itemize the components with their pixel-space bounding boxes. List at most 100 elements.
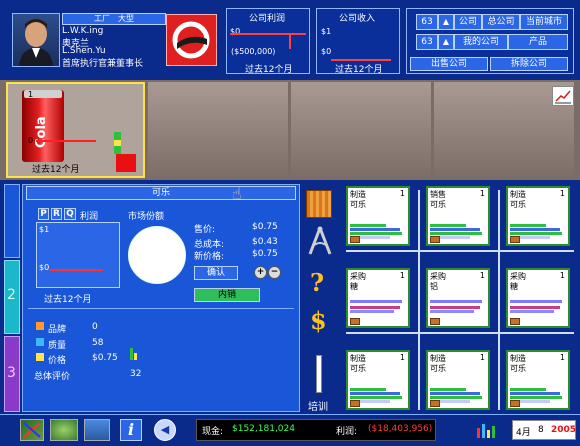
product-slot-empty-3[interactable] — [291, 82, 431, 178]
info-icon[interactable]: i — [120, 419, 142, 441]
company-profit-panel[interactable]: 公司利润 $0 ($500,000) 过去12个月 — [226, 8, 310, 75]
unit-card-bar — [350, 224, 386, 227]
globe-tool-icon[interactable] — [50, 419, 78, 441]
unit-card-level: 1 — [479, 189, 485, 198]
compass-icon[interactable] — [306, 226, 334, 256]
product-slot-cola[interactable]: Cola 1 0 过去12个月 — [6, 82, 145, 178]
unit-card-bar — [510, 224, 546, 227]
unit-card-bar — [510, 306, 560, 309]
name-tab: 工厂 大型 — [62, 13, 166, 25]
tab-r[interactable]: R — [51, 208, 62, 220]
unit-card-item: 铝 — [430, 282, 438, 291]
cash-label: 现金: — [202, 427, 224, 437]
unit-card-bar — [430, 310, 474, 313]
product-slot-empty-2[interactable] — [148, 82, 288, 178]
dollar-icon[interactable]: $ — [310, 306, 327, 335]
rating-bar-yellow — [134, 353, 137, 360]
unit-card-product-icon — [430, 400, 440, 407]
back-button[interactable]: ◀ — [154, 419, 176, 441]
date-month: 4月 — [516, 428, 531, 438]
demolish-company-button[interactable]: 拆除公司 — [490, 57, 568, 71]
unit-card-bar — [430, 396, 482, 399]
unit-card-product-icon — [350, 236, 360, 243]
unit-card-level: 1 — [559, 353, 565, 362]
cash-value: $152,181,024 — [232, 424, 295, 434]
nav-up-button[interactable]: ▲ — [438, 14, 454, 30]
sell-company-button[interactable]: 出售公司 — [410, 57, 488, 71]
bookshelf-icon[interactable] — [306, 190, 332, 218]
world-map-icon[interactable] — [84, 419, 110, 441]
rating-bar-green — [130, 348, 133, 360]
status-profit-label: 利润: — [336, 427, 358, 437]
domestic-sales-button[interactable]: 内销 — [194, 288, 260, 302]
quality-swatch — [36, 338, 44, 346]
side-tab-3-label: 3 — [7, 365, 16, 381]
chart-toggle-button[interactable] — [552, 86, 574, 106]
unit-card-bar — [430, 232, 482, 235]
unit-card[interactable]: 制造 1 可乐 — [504, 348, 572, 412]
help-icon[interactable]: ? — [310, 268, 324, 297]
ceo-role: 首席执行官兼董事长 — [62, 59, 144, 69]
tab-q[interactable]: Q — [64, 208, 76, 220]
unit-card-bar — [510, 392, 560, 395]
product-title: 可乐 — [151, 188, 170, 198]
unit-card[interactable]: 制造 1 可乐 — [344, 184, 412, 248]
cola-can-text: Cola — [34, 116, 49, 148]
unit-card[interactable]: 采购 1 铝 — [424, 266, 492, 330]
market-share-label: 市场份额 — [128, 212, 165, 222]
overall-rating-value: 32 — [130, 369, 142, 379]
product-profit-chart[interactable]: $1 $0 — [36, 222, 120, 288]
company-revenue-panel[interactable]: 公司收入 $1 $0 过去12个月 — [316, 8, 400, 75]
unit-card-item: 可乐 — [430, 364, 446, 373]
unit-card-bar — [510, 396, 562, 399]
decrease-price-button[interactable]: − — [268, 266, 281, 279]
unit-card[interactable]: 销售 1 可乐 — [424, 184, 492, 248]
market-share-pie — [128, 226, 186, 284]
unit-card[interactable]: 采购 1 糖 — [344, 266, 412, 330]
date-day: 8 — [538, 425, 544, 435]
ceo-portrait[interactable] — [12, 13, 60, 67]
map-tool-icon[interactable] — [20, 419, 44, 441]
unit-card[interactable]: 制造 1 可乐 — [504, 184, 572, 248]
ceo-name-en: L.W.K.ing — [62, 26, 104, 36]
strip-chart-line — [36, 140, 96, 142]
unit-card-bar — [430, 306, 480, 309]
unit-card-item: 糖 — [350, 282, 358, 291]
profit-label: 利润 — [80, 212, 99, 222]
unit-card-product-icon — [430, 236, 440, 243]
nav-company-button[interactable]: 公司 — [454, 14, 482, 30]
chairman-name-en: L.Shen.Yu — [62, 46, 106, 56]
side-tab-2[interactable]: 2 — [4, 260, 20, 334]
unit-card-bar — [430, 224, 466, 227]
unit-card-product-icon — [510, 400, 520, 407]
company-logo[interactable] — [166, 14, 217, 66]
unit-card[interactable]: 制造 1 可乐 — [344, 348, 412, 412]
unit-card-product-icon — [430, 318, 440, 325]
date-year: 2005 — [551, 425, 577, 435]
speed-gauge-icon[interactable] — [474, 420, 500, 440]
nav-hq-button[interactable]: 总公司 — [482, 14, 520, 30]
unit-card-bar — [350, 388, 386, 391]
increase-price-button[interactable]: + — [254, 266, 267, 279]
side-tab-2-label: 2 — [7, 287, 16, 303]
unit-card-bar — [510, 228, 560, 231]
product-chart-period: 过去12个月 — [44, 295, 92, 305]
pointer-hand-icon: ☝ — [232, 184, 242, 203]
side-tab-1[interactable] — [4, 184, 20, 258]
revenue-axis-bottom: $0 — [321, 47, 332, 56]
nav-city-button[interactable]: 当前城市 — [520, 14, 568, 30]
product-chart-line — [49, 269, 103, 271]
grid-h-line-1 — [346, 250, 574, 252]
nav-down-button[interactable]: ▲ — [438, 34, 454, 50]
strip-chart-top: 1 — [28, 90, 34, 99]
tab-p[interactable]: P — [38, 208, 49, 220]
confirm-price-button[interactable]: 确认 — [194, 266, 238, 280]
nav-product-button[interactable]: 产品 — [508, 34, 568, 50]
unit-card[interactable]: 制造 1 可乐 — [424, 348, 492, 412]
side-tab-3[interactable]: 3 — [4, 336, 20, 412]
unit-card[interactable]: 采购 1 糖 — [504, 266, 572, 330]
nav-num-2: 63 — [416, 34, 438, 50]
nav-my-company-button[interactable]: 我的公司 — [454, 34, 508, 50]
unit-card-item: 糖 — [510, 282, 518, 291]
training-slider[interactable] — [316, 355, 322, 393]
